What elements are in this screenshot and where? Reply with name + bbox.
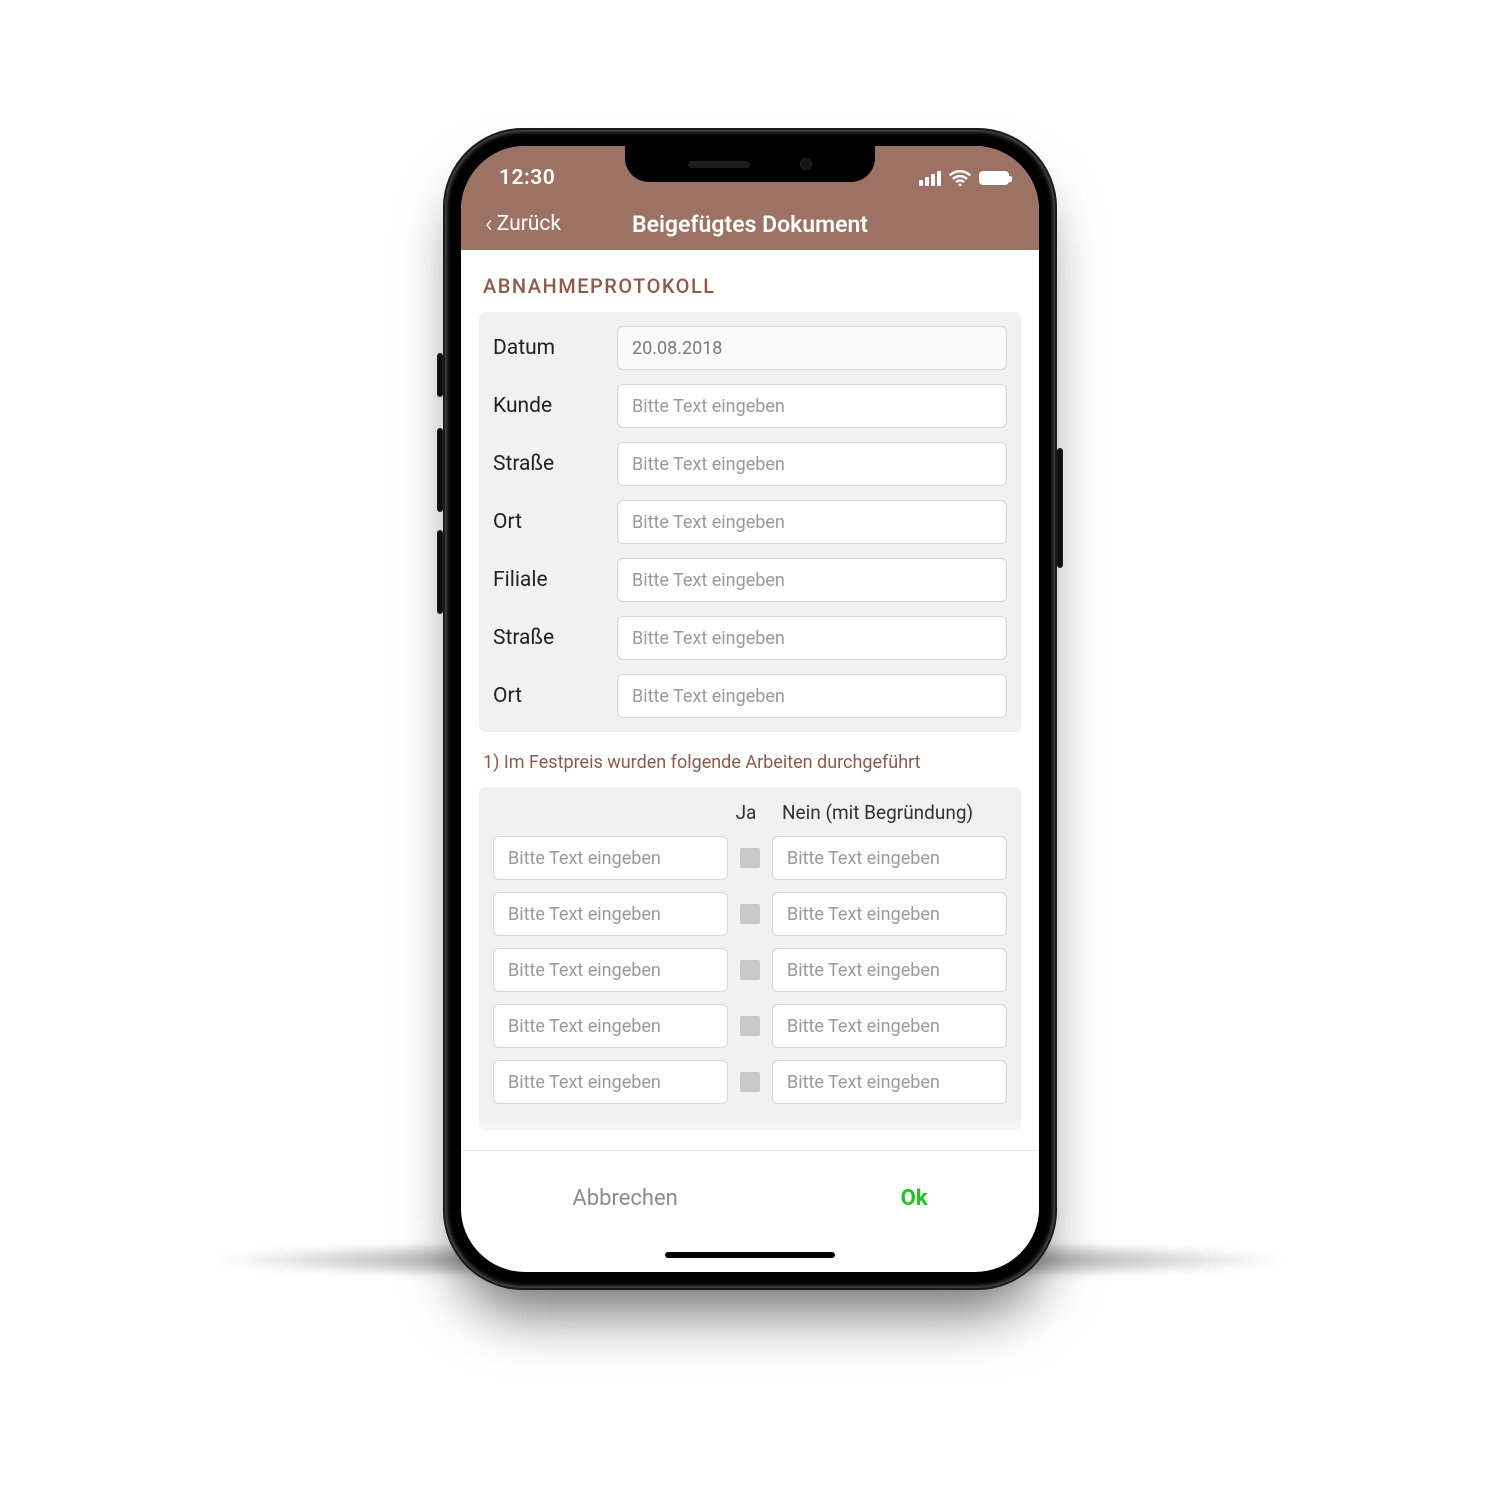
form-row: Ort Bitte Text eingeben bbox=[493, 674, 1007, 718]
back-button[interactable]: ‹ Zurück bbox=[485, 211, 561, 237]
col-no: Nein (mit Begründung) bbox=[774, 801, 1007, 824]
field-input[interactable]: Bitte Text eingeben bbox=[617, 616, 1007, 660]
power-button bbox=[1057, 448, 1063, 568]
field-label: Datum bbox=[493, 336, 601, 360]
work-desc-input[interactable]: Bitte Text eingeben bbox=[493, 948, 728, 992]
ok-button[interactable]: Ok bbox=[901, 1186, 928, 1211]
status-time: 12:30 bbox=[485, 166, 555, 190]
yes-checkbox[interactable] bbox=[740, 904, 760, 924]
field-label: Ort bbox=[493, 510, 601, 534]
field-input[interactable]: Bitte Text eingeben bbox=[617, 674, 1007, 718]
page-title: Beigefügtes Dokument bbox=[485, 211, 1015, 238]
notch bbox=[625, 146, 875, 182]
section-heading: ABNAHMEPROTOKOLL bbox=[483, 274, 1021, 298]
wifi-icon bbox=[949, 170, 971, 186]
reason-input[interactable]: Bitte Text eingeben bbox=[772, 948, 1007, 992]
field-input[interactable]: Bitte Text eingeben bbox=[617, 500, 1007, 544]
reason-input[interactable]: Bitte Text eingeben bbox=[772, 1004, 1007, 1048]
field-label: Straße bbox=[493, 626, 601, 650]
form-row: Datum 20.08.2018 bbox=[493, 326, 1007, 370]
field-input[interactable]: Bitte Text eingeben bbox=[617, 384, 1007, 428]
yes-checkbox[interactable] bbox=[740, 1072, 760, 1092]
reason-input[interactable]: Bitte Text eingeben bbox=[772, 1060, 1007, 1104]
field-label: Kunde bbox=[493, 394, 601, 418]
form-row: Filiale Bitte Text eingeben bbox=[493, 558, 1007, 602]
question-1: 1) Im Festpreis wurden folgende Arbeiten… bbox=[483, 752, 1017, 773]
work-desc-input[interactable]: Bitte Text eingeben bbox=[493, 836, 728, 880]
reason-input[interactable]: Bitte Text eingeben bbox=[772, 892, 1007, 936]
work-row: Bitte Text eingeben Bitte Text eingeben bbox=[493, 892, 1007, 936]
footer-bar: Abbrechen Ok bbox=[461, 1150, 1039, 1246]
back-label: Zurück bbox=[497, 212, 561, 236]
cellular-signal-icon bbox=[919, 170, 941, 186]
cancel-button[interactable]: Abbrechen bbox=[572, 1186, 677, 1211]
yes-checkbox[interactable] bbox=[740, 960, 760, 980]
col-yes: Ja bbox=[718, 801, 774, 824]
volume-down-button bbox=[437, 530, 443, 614]
work-row: Bitte Text eingeben Bitte Text eingeben bbox=[493, 1060, 1007, 1104]
yes-checkbox[interactable] bbox=[740, 848, 760, 868]
chevron-left-icon: ‹ bbox=[485, 211, 493, 237]
work-desc-input[interactable]: Bitte Text eingeben bbox=[493, 892, 728, 936]
work-table-header: Ja Nein (mit Begründung) bbox=[493, 801, 1007, 824]
work-row: Bitte Text eingeben Bitte Text eingeben bbox=[493, 836, 1007, 880]
mute-switch bbox=[437, 353, 443, 397]
field-label: Ort bbox=[493, 684, 601, 708]
field-label: Filiale bbox=[493, 568, 601, 592]
form-row: Ort Bitte Text eingeben bbox=[493, 500, 1007, 544]
content-scroll[interactable]: ABNAHMEPROTOKOLL Datum 20.08.2018 Kunde Bit… bbox=[461, 250, 1039, 1150]
form-row: Kunde Bitte Text eingeben bbox=[493, 384, 1007, 428]
work-row: Bitte Text eingeben Bitte Text eingeben bbox=[493, 948, 1007, 992]
form-row: Straße Bitte Text eingeben bbox=[493, 442, 1007, 486]
battery-icon bbox=[979, 171, 1009, 185]
form-row: Straße Bitte Text eingeben bbox=[493, 616, 1007, 660]
volume-up-button bbox=[437, 428, 443, 512]
work-row: Bitte Text eingeben Bitte Text eingeben bbox=[493, 1004, 1007, 1048]
work-card: Ja Nein (mit Begründung) Bitte Text eing… bbox=[479, 787, 1021, 1130]
speaker-grille bbox=[688, 161, 750, 168]
phone-frame: 12:30 ‹ Zurück Beigefügtes Dokument ABNA… bbox=[443, 128, 1057, 1290]
form-card: Datum20.08.2018KundeBitte Text eingebenS… bbox=[479, 312, 1021, 732]
reason-input[interactable]: Bitte Text eingeben bbox=[772, 836, 1007, 880]
field-input[interactable]: Bitte Text eingeben bbox=[617, 558, 1007, 602]
home-indicator[interactable] bbox=[461, 1246, 1039, 1272]
field-label: Straße bbox=[493, 452, 601, 476]
work-desc-input[interactable]: Bitte Text eingeben bbox=[493, 1004, 728, 1048]
work-desc-input[interactable]: Bitte Text eingeben bbox=[493, 1060, 728, 1104]
yes-checkbox[interactable] bbox=[740, 1016, 760, 1036]
front-camera bbox=[800, 158, 812, 170]
field-input[interactable]: 20.08.2018 bbox=[617, 326, 1007, 370]
field-input[interactable]: Bitte Text eingeben bbox=[617, 442, 1007, 486]
nav-bar: ‹ Zurück Beigefügtes Dokument bbox=[485, 198, 1015, 250]
